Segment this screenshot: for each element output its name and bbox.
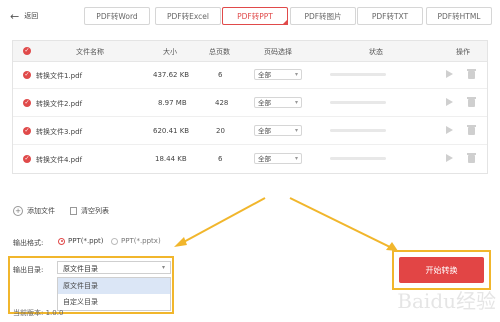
header-status: 状态: [369, 48, 383, 56]
tab-pdf-to-image[interactable]: PDF转图片: [290, 7, 356, 25]
play-icon[interactable]: [446, 70, 453, 78]
back-arrow-icon: ←: [10, 9, 20, 23]
format-option-pptx[interactable]: PPT(*.pptx): [111, 237, 161, 245]
select-all-checkbox[interactable]: ✓: [23, 47, 31, 55]
page-range-value: 全部: [258, 71, 271, 79]
page-range-select[interactable]: 全部 ▾: [254, 125, 302, 136]
chevron-down-icon: ▾: [294, 127, 298, 134]
table-row: ✓ 转换文件2.pdf 8.97 MB 428 全部 ▾: [13, 90, 487, 117]
page-count: 428: [215, 99, 229, 107]
file-name: 转换文件4.pdf: [36, 156, 83, 164]
version-text: 当前版本: 1.0.0: [13, 309, 64, 317]
add-file-label: 添加文件: [27, 207, 55, 215]
row-checkbox[interactable]: ✓: [23, 155, 31, 163]
back-button[interactable]: ← 返回: [10, 9, 39, 23]
tab-label: PDF转Excel: [167, 11, 209, 21]
file-size: 18.44 KB: [155, 155, 187, 163]
tab-pdf-to-html[interactable]: PDF转HTML: [426, 7, 492, 25]
format-option-label: PPT(*.ppt): [68, 237, 104, 245]
chevron-down-icon: ▾: [294, 71, 298, 78]
file-table: ✓ 文件名称 大小 总页数 页码选择 状态 操作 ✓ 转换文件1.pdf 437…: [12, 40, 488, 174]
tab-pdf-to-excel[interactable]: PDF转Excel: [155, 7, 221, 25]
header-size: 大小: [163, 48, 177, 56]
tab-label: PDF转TXT: [371, 11, 409, 21]
page-count: 20: [216, 127, 225, 135]
table-header: ✓ 文件名称 大小 总页数 页码选择 状态 操作: [13, 41, 487, 62]
progress-bar: [330, 73, 386, 76]
arrow-line: [289, 197, 393, 249]
page-range-select[interactable]: 全部 ▾: [254, 97, 302, 108]
radio-selected-icon: [58, 237, 65, 245]
header-pages: 总页数: [209, 48, 230, 56]
trash-icon[interactable]: [467, 97, 476, 107]
back-label: 返回: [24, 12, 39, 20]
table-row: ✓ 转换文件4.pdf 18.44 KB 6 全部 ▾: [13, 146, 487, 172]
format-option-ppt[interactable]: PPT(*.ppt): [58, 237, 104, 245]
trash-icon[interactable]: [467, 153, 476, 163]
chevron-down-icon: ▾: [294, 99, 298, 106]
clear-list-label: 清空列表: [81, 207, 109, 215]
file-name: 转换文件2.pdf: [36, 100, 83, 108]
page-range-select[interactable]: 全部 ▾: [254, 69, 302, 80]
header-actions: 操作: [456, 48, 470, 56]
page-range-value: 全部: [258, 99, 271, 107]
tab-label: PDF转PPT: [237, 11, 273, 21]
tab-pdf-to-ppt[interactable]: PDF转PPT: [222, 7, 288, 25]
progress-bar: [330, 157, 386, 160]
table-row: ✓ 转换文件1.pdf 437.62 KB 6 全部 ▾: [13, 62, 487, 89]
add-file-button[interactable]: + 添加文件: [13, 206, 55, 216]
output-format-label: 输出格式:: [13, 239, 44, 247]
play-icon[interactable]: [446, 126, 453, 134]
row-checkbox[interactable]: ✓: [23, 99, 31, 107]
start-convert-label: 开始转换: [425, 265, 458, 275]
table-row: ✓ 转换文件3.pdf 620.41 KB 20 全部 ▾: [13, 118, 487, 145]
plus-circle-icon: +: [13, 206, 23, 216]
watermark: Baidu经验: [397, 289, 496, 313]
page-count: 6: [218, 71, 223, 79]
tab-label: PDF转图片: [304, 11, 342, 21]
chevron-down-icon: ▾: [294, 155, 298, 162]
file-size: 8.97 MB: [158, 99, 187, 107]
active-corner-icon: [282, 19, 288, 25]
page-range-select[interactable]: 全部 ▾: [254, 153, 302, 164]
radio-unselected-icon: [111, 237, 118, 245]
play-icon[interactable]: [446, 154, 453, 162]
tab-pdf-to-word[interactable]: PDF转Word: [84, 7, 150, 25]
page-range-value: 全部: [258, 127, 271, 135]
trash-icon[interactable]: [467, 125, 476, 135]
header-name: 文件名称: [76, 48, 104, 56]
tab-label: PDF转Word: [96, 11, 138, 21]
file-size: 437.62 KB: [153, 71, 190, 79]
start-convert-button[interactable]: 开始转换: [399, 257, 484, 283]
file-name: 转换文件1.pdf: [36, 72, 83, 80]
format-option-label: PPT(*.pptx): [121, 237, 161, 245]
page-count: 6: [218, 155, 223, 163]
page-range-value: 全部: [258, 155, 271, 163]
tab-pdf-to-txt[interactable]: PDF转TXT: [357, 7, 423, 25]
clear-list-icon: [70, 207, 77, 215]
file-name: 转换文件3.pdf: [36, 128, 83, 136]
progress-bar: [330, 129, 386, 132]
arrow-line: [179, 197, 266, 245]
highlight-box: [8, 256, 174, 314]
row-checkbox[interactable]: ✓: [23, 71, 31, 79]
clear-list-button[interactable]: 清空列表: [70, 206, 109, 216]
file-size: 620.41 KB: [153, 127, 190, 135]
play-icon[interactable]: [446, 98, 453, 106]
callout-arrows: [174, 197, 398, 251]
row-checkbox[interactable]: ✓: [23, 127, 31, 135]
header-range: 页码选择: [264, 48, 292, 56]
tab-label: PDF转HTML: [437, 11, 481, 21]
arrow-head-icon: [174, 237, 187, 247]
trash-icon[interactable]: [467, 69, 476, 79]
progress-bar: [330, 101, 386, 104]
